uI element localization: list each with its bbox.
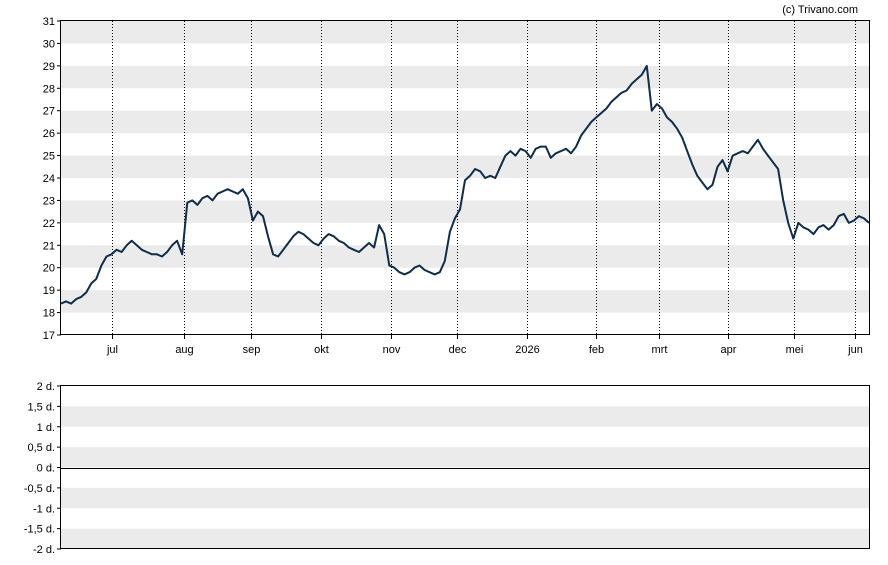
y-tick-label: 1 d. [37, 422, 55, 434]
secondary-band [61, 528, 869, 549]
y-tick-label: -0,5 d. [24, 483, 55, 495]
chart-canvas: (c) Trivano.com 17 18 19 20 21 22 23 24 25 26 27 28… [24, 4, 870, 556]
y-tick-label: 18 [43, 308, 55, 320]
x-tick-label: sep [243, 344, 261, 356]
x-tick-label: 2026 [515, 344, 539, 356]
y-tick-label: -2 d. [33, 544, 55, 556]
y-tick-label: 28 [43, 83, 55, 95]
secondary-chart: 2 d. 1,5 d. 1 d. 0,5 d. 0 d. -0,5 d. -1 d. -1,5… [24, 381, 870, 556]
price-band [61, 200, 869, 223]
x-tick-label: mrt [652, 344, 668, 356]
y-tick-label: 27 [43, 106, 55, 118]
x-tick-label: mei [786, 344, 804, 356]
x-tick-label: apr [721, 344, 737, 356]
price-band [61, 290, 869, 313]
y-tick-label: 29 [43, 61, 55, 73]
y-tick-label: 0 d. [37, 463, 55, 475]
price-chart-bands [61, 21, 869, 313]
y-tick-label: 31 [43, 16, 55, 28]
secondary-band [61, 487, 869, 509]
price-band [61, 21, 869, 44]
price-chart-y-axis: 17 18 19 20 21 22 23 24 25 26 27 28 29 30 31 [43, 16, 61, 342]
secondary-chart-y-axis: 2 d. 1,5 d. 1 d. 0,5 d. 0 d. -0,5 d. -1 d. -1,5… [24, 381, 61, 556]
x-tick-label: feb [589, 344, 604, 356]
y-tick-label: -1 d. [33, 503, 55, 515]
y-tick-label: 20 [43, 263, 55, 275]
x-tick-label: aug [175, 344, 193, 356]
y-tick-label: 17 [43, 330, 55, 342]
y-tick-label: 19 [43, 285, 55, 297]
price-line [60, 64, 870, 305]
y-tick-label: -1,5 d. [24, 524, 55, 536]
price-band [61, 65, 869, 89]
copyright-text: (c) Trivano.com [782, 4, 858, 16]
price-chart-x-axis: jul aug sep okt nov dec 2026 feb mrt apr mei jun [106, 335, 863, 356]
x-tick-label: jul [106, 344, 118, 356]
y-tick-label: 23 [43, 195, 55, 207]
price-band [61, 110, 869, 134]
y-tick-label: 26 [43, 128, 55, 140]
y-tick-label: 30 [43, 38, 55, 50]
x-tick-label: nov [383, 344, 401, 356]
y-tick-label: 24 [43, 173, 55, 185]
x-tick-label: jun [847, 344, 863, 356]
price-chart: 17 18 19 20 21 22 23 24 25 26 27 28 29 30 31 jul aug sep… [43, 16, 870, 356]
y-tick-label: 1,5 d. [27, 401, 55, 413]
secondary-band [61, 406, 869, 427]
y-tick-label: 2 d. [37, 381, 55, 393]
price-band [61, 155, 869, 178]
x-tick-label: okt [314, 344, 329, 356]
x-tick-label: dec [449, 344, 467, 356]
y-tick-label: 25 [43, 151, 55, 163]
secondary-band [61, 447, 869, 468]
y-tick-label: 21 [43, 240, 55, 252]
secondary-chart-bands [61, 406, 869, 549]
y-tick-label: 0,5 d. [27, 442, 55, 454]
y-tick-label: 22 [43, 218, 55, 230]
